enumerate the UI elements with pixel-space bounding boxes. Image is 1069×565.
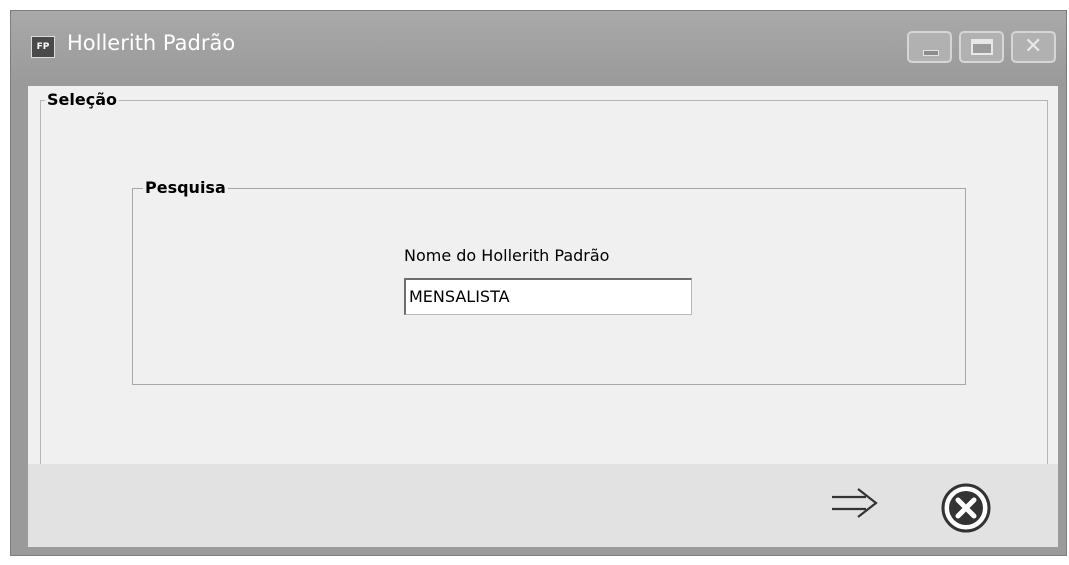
close-window-button[interactable]: ✕ bbox=[1011, 31, 1056, 63]
hollerith-name-input[interactable]: MENSALISTA bbox=[404, 278, 692, 315]
action-bar bbox=[28, 464, 1058, 547]
maximize-icon bbox=[971, 39, 993, 55]
minimize-button[interactable] bbox=[907, 31, 952, 63]
app-icon: FP bbox=[31, 36, 55, 58]
maximize-button[interactable] bbox=[959, 31, 1004, 63]
window-title: Hollerith Padrão bbox=[67, 31, 236, 55]
pesquisa-group: Pesquisa Nome do Hollerith Padrão MENSAL… bbox=[132, 178, 966, 385]
close-circle-icon[interactable] bbox=[940, 482, 992, 534]
minimize-icon bbox=[923, 50, 939, 56]
selecao-legend: Seleção bbox=[45, 90, 119, 109]
pesquisa-legend: Pesquisa bbox=[143, 178, 228, 197]
title-bar[interactable]: FP Hollerith Padrão ✕ bbox=[11, 11, 1066, 83]
close-icon: ✕ bbox=[1024, 34, 1043, 59]
dialog-window: FP Hollerith Padrão ✕ Seleção Pesquisa N… bbox=[10, 10, 1067, 556]
dialog-content: Seleção Pesquisa Nome do Hollerith Padrã… bbox=[28, 86, 1058, 547]
arrow-right-icon[interactable] bbox=[830, 486, 880, 520]
hollerith-name-label: Nome do Hollerith Padrão bbox=[404, 246, 610, 265]
